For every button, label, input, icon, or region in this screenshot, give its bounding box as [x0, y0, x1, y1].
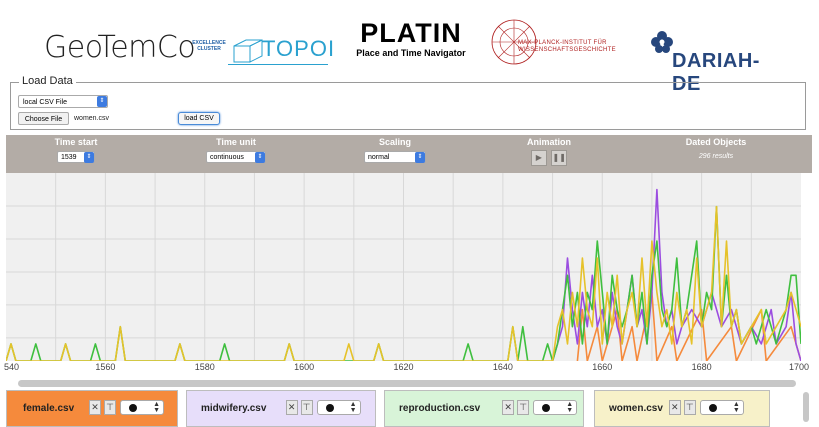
time-unit-select[interactable]: continuous ⇕	[206, 151, 266, 163]
geotemco-logo: GeoTemCo	[44, 30, 196, 65]
filter-dataset-icon[interactable]: ⊤	[300, 400, 313, 415]
timeline-plot[interactable]	[6, 173, 801, 361]
x-tick-label: 1680	[691, 362, 712, 372]
select-arrows-icon: ⇕	[255, 152, 265, 163]
logo-bar: GeoTemCo EXCELLENCE CLUSTER TOPOI PLATIN…	[0, 0, 819, 95]
time-unit-value: continuous	[210, 154, 244, 161]
topoi-cube-icon	[233, 39, 263, 63]
timeline-controls: Time start 1539 ⇕ Time unit continuous ⇕…	[6, 135, 812, 173]
dataset-tab[interactable]: midwifery.csv ✕ ⊤ ▲ ▼	[186, 390, 376, 427]
dataset-tab[interactable]: reproduction.csv ✕ ⊤ ▲ ▼	[384, 390, 584, 427]
topoi-subtitle: EXCELLENCE CLUSTER	[192, 40, 226, 52]
dataset-tab[interactable]: women.csv ✕ ⊤ ▲ ▼	[594, 390, 770, 427]
select-arrows-icon: ▲ ▼	[566, 401, 574, 414]
select-arrows-icon: ▲ ▼	[349, 401, 357, 414]
animation-buttons: ▶ ❚❚	[509, 150, 589, 168]
x-tick-label: 1600	[294, 362, 315, 372]
source-type-value: local CSV File	[23, 99, 67, 106]
marker-style-select[interactable]: ▲ ▼	[533, 400, 578, 415]
circle-marker-icon	[542, 404, 551, 412]
dated-objects-label: Dated Objects	[685, 137, 747, 147]
scaling-select[interactable]: normal ⇕	[364, 151, 426, 163]
choose-file-button[interactable]: Choose File	[18, 112, 69, 125]
dated-results-count: 296 results	[698, 153, 734, 160]
x-tick-label: 540	[4, 362, 20, 372]
time-start-label: Time start	[54, 137, 98, 147]
dataset-legend: female.csv ✕ ⊤ ▲ ▼ midwifery.csv ✕ ⊤ ▲ ▼ reproduct…	[0, 390, 819, 427]
vertical-scrollbar[interactable]	[803, 392, 809, 422]
topoi-wordmark: TOPOI	[262, 36, 336, 61]
remove-dataset-icon[interactable]: ✕	[502, 400, 515, 415]
dataset-name: midwifery.csv	[201, 403, 267, 414]
x-tick-label: 1620	[393, 362, 414, 372]
select-arrows-icon: ▲ ▼	[153, 401, 160, 414]
source-type-select[interactable]: local CSV File ⇕	[18, 95, 108, 108]
animation-control: Animation ▶ ❚❚	[509, 137, 589, 168]
load-data-panel: Load Data local CSV File ⇕ Choose File w…	[10, 75, 806, 130]
select-arrows-icon: ▲ ▼	[732, 401, 740, 414]
x-tick-label: 1640	[492, 362, 513, 372]
scaling-value: normal	[368, 154, 390, 161]
dataset-name: female.csv	[23, 403, 75, 414]
animation-label: Animation	[527, 137, 571, 147]
select-arrows-icon: ⇕	[97, 96, 107, 107]
load-data-legend: Load Data	[19, 75, 76, 87]
dataset-name: reproduction.csv	[399, 403, 481, 414]
circle-marker-icon	[325, 404, 334, 412]
dariah-logo: DARIAH-DE	[650, 30, 780, 95]
topoi-logo: EXCELLENCE CLUSTER TOPOI	[190, 34, 334, 68]
x-axis: 540 1560 1580 1600 1620 1640 1660 1680 1700	[0, 362, 819, 376]
platin-logo: PLATIN Place and Time Navigator	[346, 18, 476, 58]
time-start-value: 1539	[61, 154, 77, 161]
circle-marker-icon	[708, 404, 717, 412]
mpi-name: MAX-PLANCK-INSTITUT FÜR WISSENSCHAFTSGES…	[518, 40, 616, 53]
marker-style-select[interactable]: ▲ ▼	[120, 400, 164, 415]
topoi-underline	[228, 64, 328, 65]
marker-style-select[interactable]: ▲ ▼	[316, 400, 361, 415]
select-arrows-icon: ⇕	[415, 152, 425, 163]
dataset-name: women.csv	[609, 403, 663, 414]
series-line-midwifery	[551, 188, 801, 361]
filter-dataset-icon[interactable]: ⊤	[517, 400, 530, 415]
dated-objects-control: Dated Objects 296 results	[666, 137, 766, 160]
filter-dataset-icon[interactable]: ⊤	[104, 400, 116, 415]
dataset-tab[interactable]: female.csv ✕ ⊤ ▲ ▼	[6, 390, 178, 427]
load-csv-button[interactable]: load CSV	[178, 112, 220, 125]
x-tick-label: 1580	[194, 362, 215, 372]
platin-title: PLATIN	[360, 18, 462, 48]
scaling-control: Scaling normal ⇕	[350, 137, 440, 163]
pause-icon[interactable]: ❚❚	[551, 150, 568, 166]
select-arrows-icon: ⇕	[84, 152, 94, 163]
x-tick-label: 1660	[592, 362, 613, 372]
timeline-chart	[6, 173, 801, 361]
time-start-control: Time start 1539 ⇕	[36, 137, 116, 163]
filter-dataset-icon[interactable]: ⊤	[683, 400, 696, 415]
circle-marker-icon	[129, 404, 137, 412]
remove-dataset-icon[interactable]: ✕	[668, 400, 681, 415]
mpi-logo: MAX-PLANCK-INSTITUT FÜR WISSENSCHAFTSGES…	[488, 12, 638, 72]
scaling-label: Scaling	[378, 137, 411, 147]
chosen-file-name: women.csv	[74, 115, 110, 122]
x-tick-label: 1700	[789, 362, 810, 372]
marker-style-select[interactable]: ▲ ▼	[699, 400, 744, 415]
x-tick-label: 1560	[95, 362, 116, 372]
time-unit-label: Time unit	[216, 137, 256, 147]
remove-dataset-icon[interactable]: ✕	[285, 400, 298, 415]
horizontal-scrollbar[interactable]	[18, 380, 796, 387]
play-icon[interactable]: ▶	[530, 150, 547, 166]
time-unit-control: Time unit continuous ⇕	[196, 137, 276, 163]
time-start-select[interactable]: 1539 ⇕	[57, 151, 95, 163]
remove-dataset-icon[interactable]: ✕	[89, 400, 101, 415]
dariah-flower-icon	[651, 31, 673, 53]
platin-subtitle: Place and Time Navigator	[356, 48, 466, 58]
